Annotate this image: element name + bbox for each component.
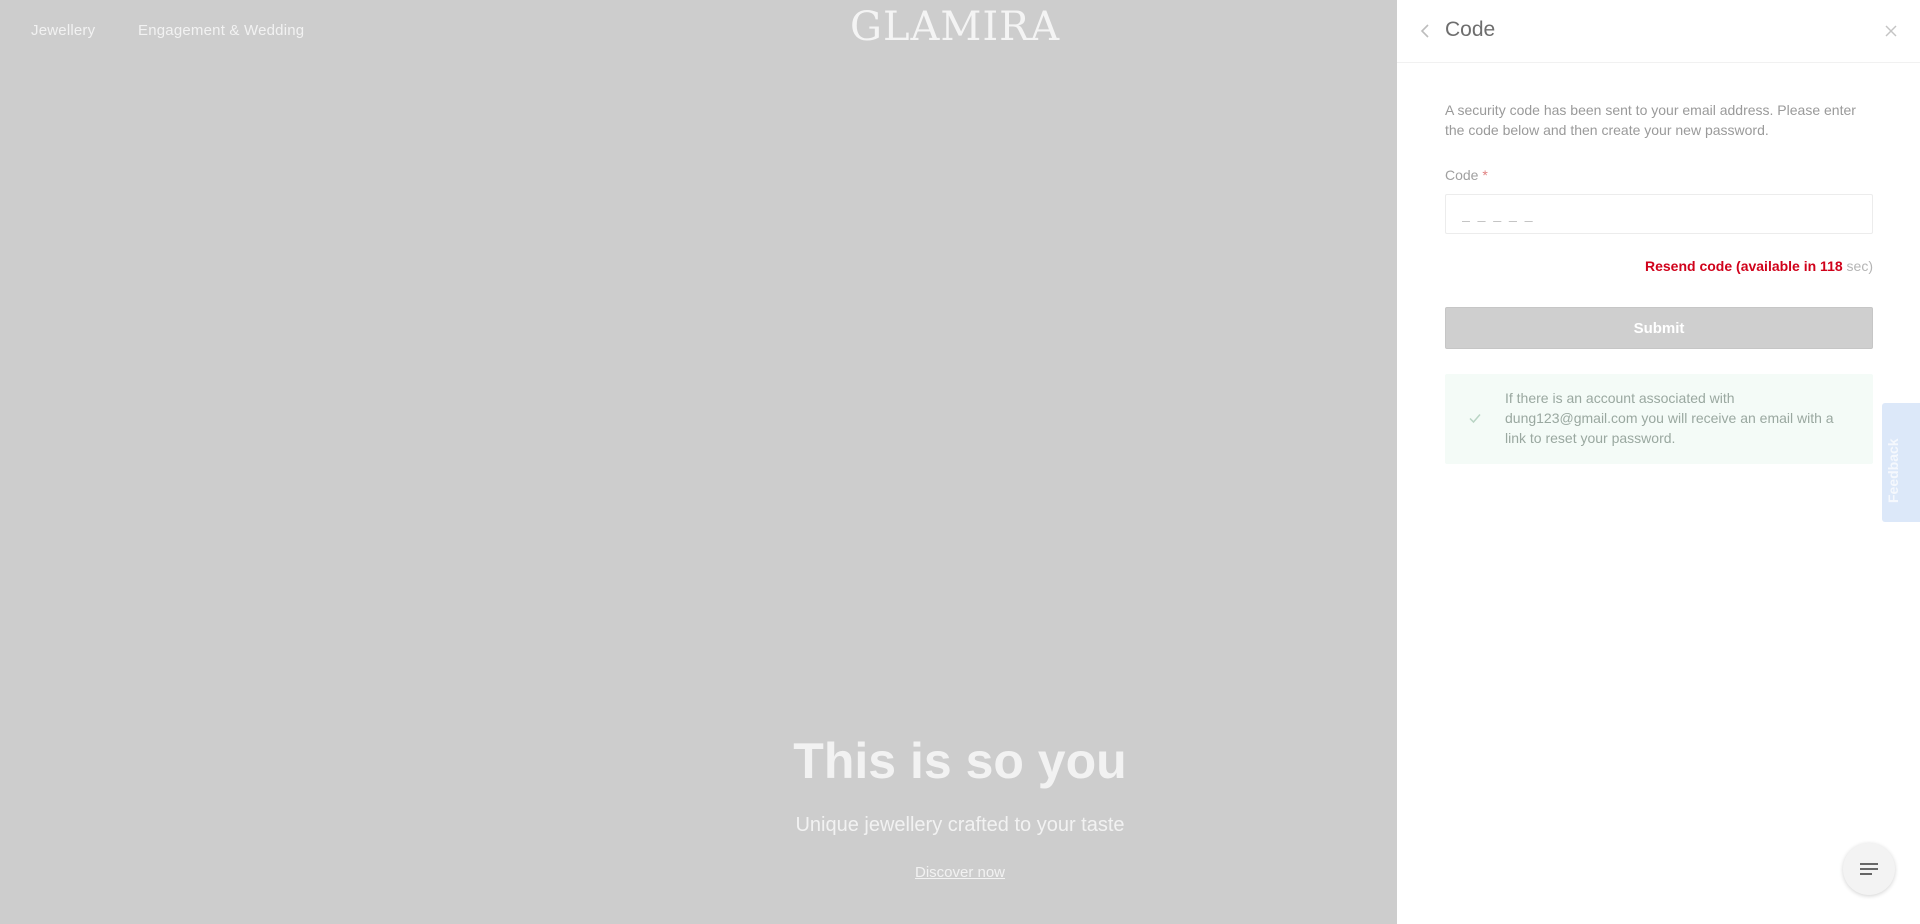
code-label-text: Code — [1445, 167, 1479, 183]
chat-button[interactable] — [1843, 843, 1895, 895]
notice-box: If there is an account associated with d… — [1445, 374, 1873, 464]
drawer-header: Code — [1397, 0, 1920, 63]
nav-link-jewellery[interactable]: Jewellery — [31, 22, 95, 39]
code-field-label: Code * — [1445, 167, 1488, 183]
drawer-body: A security code has been sent to your em… — [1445, 100, 1873, 464]
resend-code: Resend code (available in 118 sec) — [1645, 258, 1873, 274]
code-drawer: Code A security code has been sent to yo… — [1397, 0, 1920, 924]
drawer-title: Code — [1445, 18, 1496, 41]
code-input[interactable] — [1445, 194, 1873, 234]
intro-text: A security code has been sent to your em… — [1445, 102, 1856, 138]
submit-button[interactable]: Submit — [1445, 307, 1873, 349]
chevron-left-icon[interactable] — [1415, 20, 1435, 42]
resend-countdown-unit: sec) — [1842, 258, 1873, 274]
feedback-tab[interactable]: Feedback — [1882, 403, 1920, 522]
resend-code-link[interactable]: Resend code (available in 118 — [1645, 258, 1843, 274]
close-icon[interactable] — [1882, 22, 1900, 40]
check-icon — [1467, 410, 1483, 426]
notice-text: If there is an account associated with d… — [1505, 390, 1834, 446]
feedback-label: Feedback — [1885, 438, 1901, 503]
chat-icon — [1860, 863, 1878, 875]
required-mark: * — [1482, 167, 1488, 183]
brand-logo[interactable]: GLAMIRA — [850, 4, 1060, 50]
top-navigation: Jewellery Engagement & Wedding — [0, 0, 1397, 62]
nav-link-engagement-wedding[interactable]: Engagement & Wedding — [138, 22, 304, 39]
